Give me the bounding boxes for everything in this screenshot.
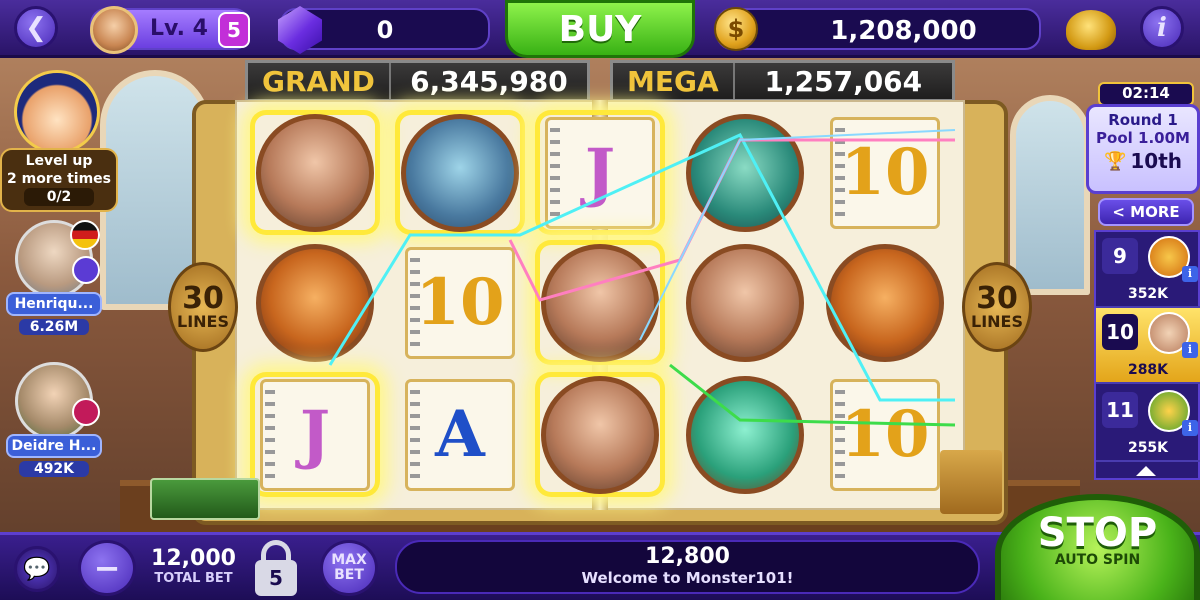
rank-value: 352K (1127, 286, 1169, 302)
level-up-line2: 2 more times (6, 171, 111, 187)
bet-lock[interactable]: 5 (255, 540, 297, 596)
stop-autospin-button[interactable]: STOP AUTO SPIN (995, 494, 1200, 600)
stop-label: STOP (1037, 510, 1158, 556)
decrease-bet-button[interactable]: − (78, 540, 136, 596)
info-icon[interactable]: i (1182, 420, 1198, 436)
tournament-place-text: 10th (1130, 149, 1183, 173)
level-up-panel[interactable]: Level up 2 more times 0/2 (0, 62, 118, 212)
player-name: Deidre H... (6, 434, 102, 458)
tournament-place: 🏆 10th (1089, 149, 1197, 173)
player-card-henrique[interactable]: Henriqu... 6.26M (6, 220, 102, 335)
rank-row[interactable]: 11 i 255K (1096, 386, 1200, 462)
tournament-round: Round 1 (1108, 111, 1178, 129)
tournament-timer: 02:14 (1098, 82, 1194, 106)
payline-cyan (328, 133, 955, 402)
germany-flag-icon (70, 220, 100, 250)
total-bet-label: TOTAL BET (154, 571, 233, 586)
lock-level: 5 (269, 566, 283, 590)
level-up-text: Level up 2 more times 0/2 (0, 148, 118, 212)
auto-spin-label: AUTO SPIN (1054, 552, 1141, 568)
max-bet-label-1: MAX (331, 552, 367, 568)
win-display: 12,800 Welcome to Monster101! (395, 540, 980, 594)
vip-badge-icon (72, 398, 100, 426)
more-button[interactable]: < MORE (1098, 198, 1194, 226)
payline-blue (639, 129, 956, 341)
rank-row[interactable]: 10 i 288K (1096, 308, 1200, 384)
payline-green (669, 363, 956, 427)
rank-number: 10 (1102, 314, 1138, 350)
lock-body: 5 (255, 560, 297, 596)
vip-badge-icon (72, 256, 100, 284)
rank-number: 9 (1102, 238, 1138, 274)
welcome-message: Welcome to Monster101! (581, 569, 794, 587)
max-bet-button[interactable]: MAX BET (320, 540, 378, 596)
info-icon[interactable]: i (1182, 342, 1198, 358)
rank-row[interactable]: 9 i 352K (1096, 232, 1200, 308)
player-card-deidre[interactable]: Deidre H... 492K (6, 362, 102, 477)
trophy-icon: 🏆 (1103, 150, 1127, 172)
tournament-pool: Pool 1.00M (1096, 129, 1190, 147)
minus-icon: − (93, 549, 121, 587)
pencil-cup (940, 450, 1002, 514)
tournament-panel[interactable]: Round 1 Pool 1.00M 🏆 10th (1086, 104, 1200, 194)
rank-value: 288K (1127, 362, 1169, 378)
more-label: < MORE (1112, 203, 1180, 221)
payline-pink (508, 138, 955, 302)
total-bet: 12,000 TOTAL BET (146, 546, 241, 586)
player-balance: 492K (19, 461, 89, 477)
green-book (150, 478, 260, 520)
total-bet-value: 12,000 (151, 546, 236, 571)
rank-number: 11 (1102, 392, 1138, 428)
miner-avatar (14, 70, 100, 154)
rank-value: 255K (1127, 440, 1169, 456)
win-value: 12,800 (645, 544, 730, 569)
info-icon[interactable]: i (1182, 266, 1198, 282)
chat-button[interactable]: 💬 (14, 546, 60, 592)
timer-text: 02:14 (1122, 84, 1170, 102)
player-name: Henriqu... (6, 292, 102, 316)
chat-icon: 💬 (23, 556, 51, 582)
scroll-up-icon[interactable] (1136, 466, 1156, 476)
max-bet-label-2: BET (334, 567, 364, 583)
level-up-line1: Level up (25, 153, 93, 169)
level-up-progress: 0/2 (24, 188, 94, 206)
player-balance: 6.26M (19, 319, 89, 335)
